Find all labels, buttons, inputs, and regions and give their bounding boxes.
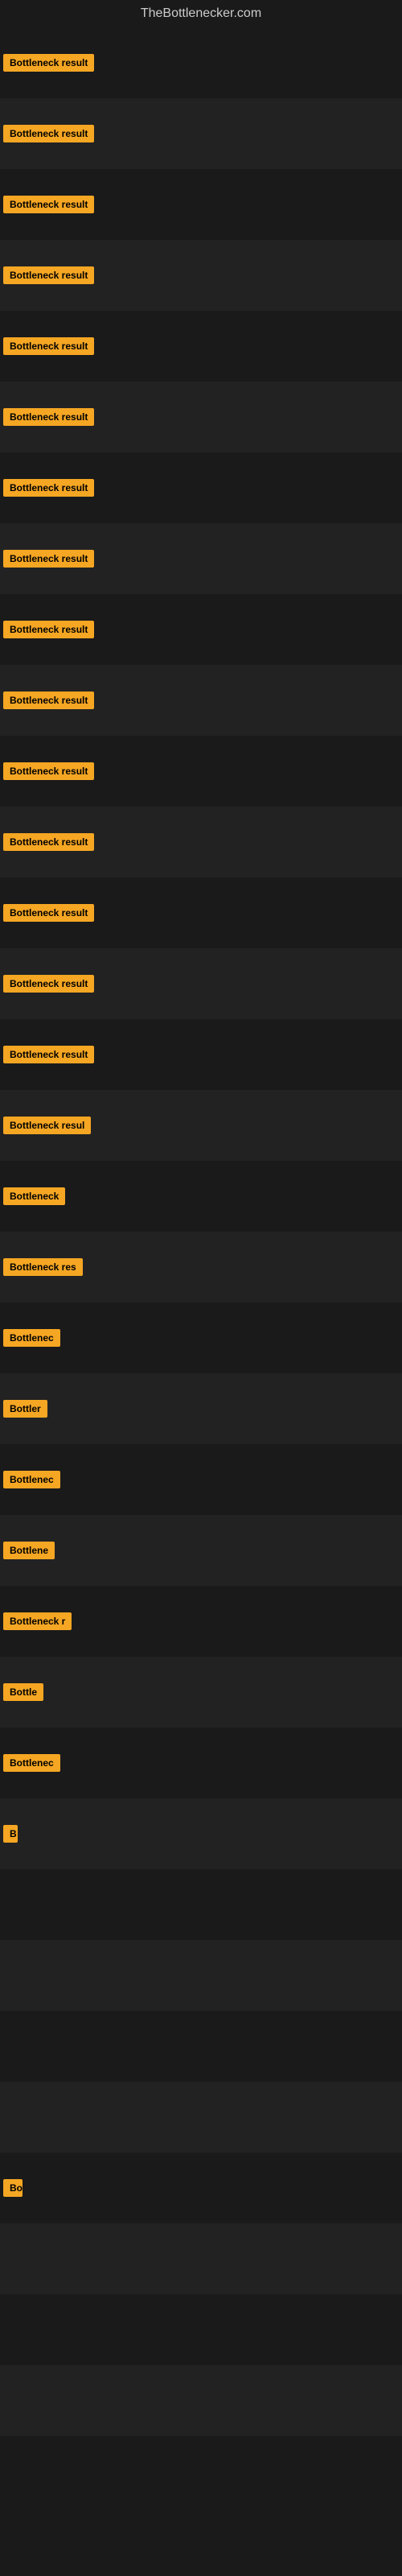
- list-item: Bottlenec: [0, 1728, 402, 1798]
- list-item: Bottleneck result: [0, 736, 402, 807]
- list-item: Bottleneck res: [0, 1232, 402, 1302]
- list-item: [0, 2082, 402, 2153]
- list-item: Bottleneck result: [0, 452, 402, 523]
- list-item: [0, 2223, 402, 2294]
- bottleneck-result-badge[interactable]: Bottlenec: [3, 1329, 60, 1347]
- list-item: Bottleneck result: [0, 240, 402, 311]
- bottleneck-result-badge[interactable]: Bottleneck result: [3, 621, 94, 638]
- bottleneck-result-badge[interactable]: Bottlene: [3, 1542, 55, 1559]
- bottleneck-result-badge[interactable]: Bottleneck result: [3, 337, 94, 355]
- site-title: TheBottlenecker.com: [0, 0, 402, 27]
- bottleneck-result-badge[interactable]: Bottleneck: [3, 1187, 65, 1205]
- bottleneck-result-badge[interactable]: Bottleneck result: [3, 904, 94, 922]
- list-item: Bottlenec: [0, 1302, 402, 1373]
- list-item: [0, 2365, 402, 2436]
- list-item: Bottleneck result: [0, 169, 402, 240]
- bottleneck-result-badge[interactable]: B: [3, 1825, 18, 1843]
- bottleneck-result-badge[interactable]: Bottleneck result: [3, 1046, 94, 1063]
- list-item: Bottlene: [0, 1515, 402, 1586]
- list-item: [0, 2436, 402, 2507]
- list-item: Bottleneck result: [0, 98, 402, 169]
- list-item: Bottleneck result: [0, 594, 402, 665]
- bottleneck-result-badge[interactable]: Bottleneck res: [3, 1258, 83, 1276]
- bottleneck-result-badge[interactable]: Bottleneck result: [3, 54, 94, 72]
- bottleneck-result-badge[interactable]: Bottlenec: [3, 1471, 60, 1488]
- bottleneck-result-badge[interactable]: Bottleneck result: [3, 762, 94, 780]
- list-item: Bottle: [0, 1657, 402, 1728]
- bottleneck-result-badge[interactable]: Bottleneck result: [3, 550, 94, 568]
- list-item: Bottleneck result: [0, 877, 402, 948]
- bottleneck-result-badge[interactable]: Bottler: [3, 1400, 47, 1418]
- list-item: Bottleneck r: [0, 1586, 402, 1657]
- bottleneck-result-badge[interactable]: Bottleneck result: [3, 266, 94, 284]
- bottleneck-result-badge[interactable]: Bottleneck result: [3, 691, 94, 709]
- list-item: Bottleneck resul: [0, 1090, 402, 1161]
- list-item: Bottleneck result: [0, 382, 402, 452]
- bottleneck-result-badge[interactable]: Bottleneck result: [3, 196, 94, 213]
- list-item: [0, 1869, 402, 1940]
- list-item: Bottleneck result: [0, 1019, 402, 1090]
- bottleneck-result-badge[interactable]: Bo: [3, 2179, 23, 2197]
- list-item: Bottleneck result: [0, 311, 402, 382]
- bottleneck-result-badge[interactable]: Bottleneck result: [3, 833, 94, 851]
- list-item: [0, 2294, 402, 2365]
- list-item: Bo: [0, 2153, 402, 2223]
- list-item: Bottleneck result: [0, 523, 402, 594]
- list-item: Bottleneck result: [0, 807, 402, 877]
- bottleneck-result-badge[interactable]: Bottlenec: [3, 1754, 60, 1772]
- list-item: Bottler: [0, 1373, 402, 1444]
- bottleneck-result-badge[interactable]: Bottleneck result: [3, 975, 94, 993]
- bottleneck-result-badge[interactable]: Bottle: [3, 1683, 43, 1701]
- list-item: Bottleneck result: [0, 948, 402, 1019]
- bottleneck-result-badge[interactable]: Bottleneck result: [3, 479, 94, 497]
- list-item: Bottlenec: [0, 1444, 402, 1515]
- list-item: Bottleneck result: [0, 665, 402, 736]
- list-item: [0, 2011, 402, 2082]
- bottleneck-result-badge[interactable]: Bottleneck result: [3, 408, 94, 426]
- list-item: Bottleneck: [0, 1161, 402, 1232]
- list-item: B: [0, 1798, 402, 1869]
- list-item: Bottleneck result: [0, 27, 402, 98]
- bottleneck-result-badge[interactable]: Bottleneck r: [3, 1612, 72, 1630]
- list-item: [0, 1940, 402, 2011]
- bottleneck-result-badge[interactable]: Bottleneck result: [3, 125, 94, 142]
- bottleneck-result-badge[interactable]: Bottleneck resul: [3, 1117, 91, 1134]
